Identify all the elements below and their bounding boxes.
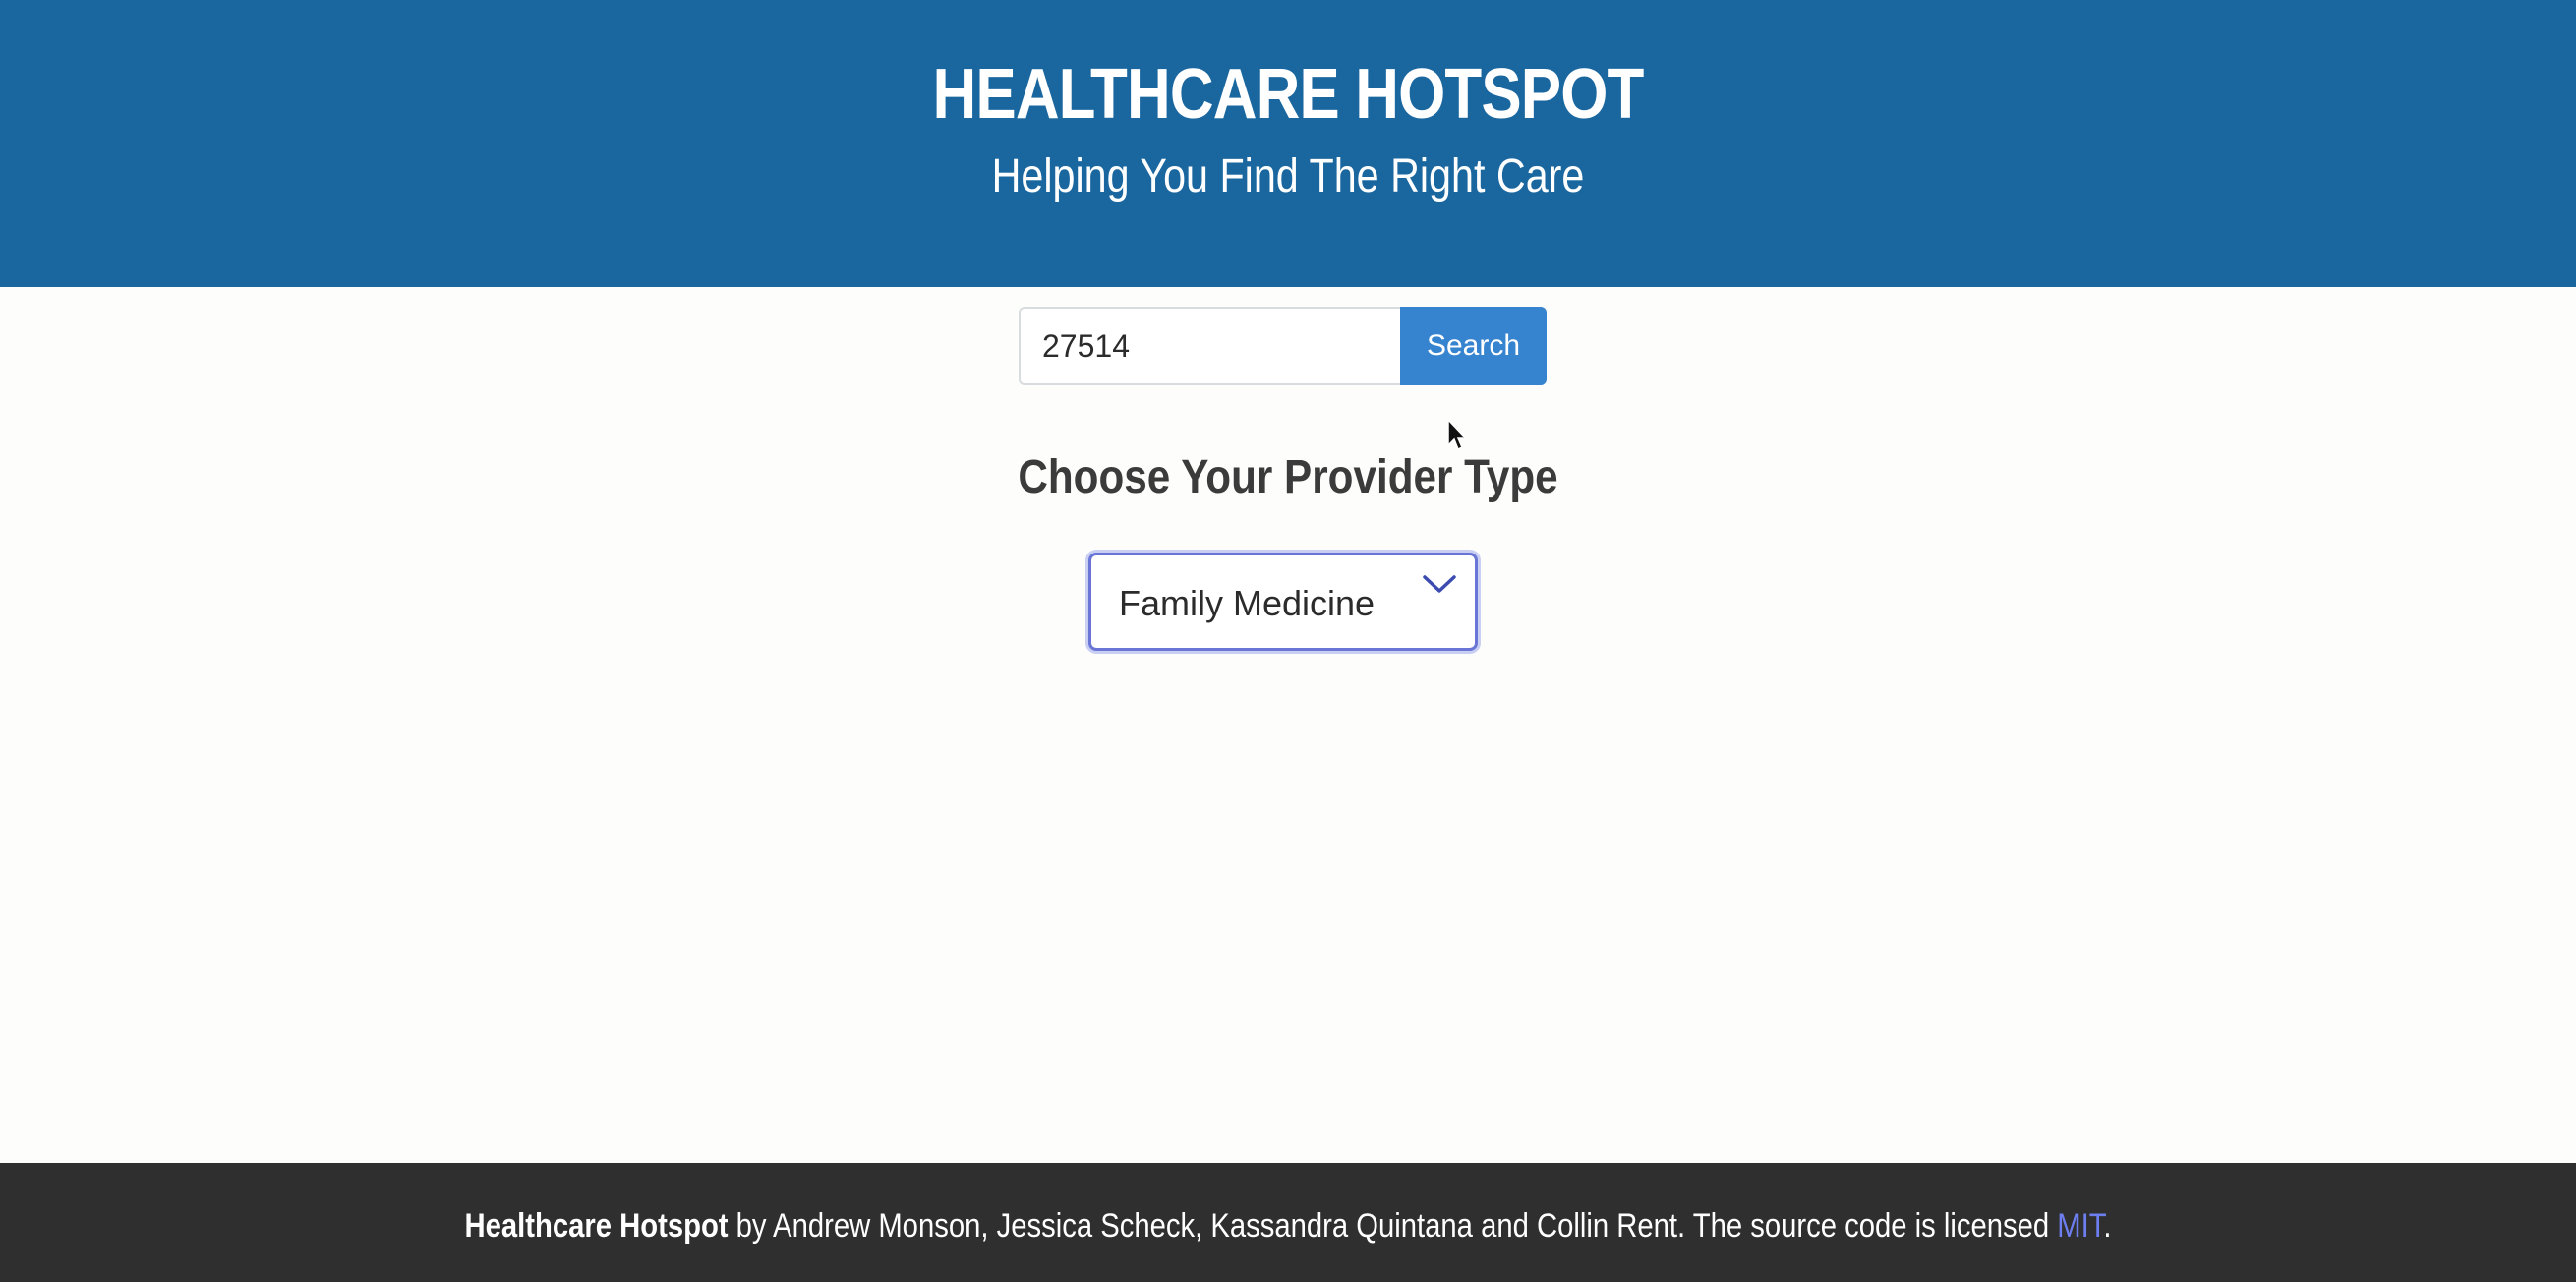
mouse-cursor-icon xyxy=(1447,419,1468,451)
chevron-down-icon xyxy=(1423,575,1456,593)
site-title: HEALTHCARE HOTSPOT xyxy=(932,55,1645,134)
zip-search-input[interactable] xyxy=(1019,307,1400,385)
footer-credits: Healthcare Hotspot by Andrew Monson, Jes… xyxy=(180,1206,2395,1247)
footer-authors-text: by Andrew Monson, Jessica Scheck, Kassan… xyxy=(728,1207,2058,1245)
site-subtitle: Helping You Find The Right Care xyxy=(991,150,1585,203)
footer-period: . xyxy=(2103,1207,2112,1245)
search-button[interactable]: Search xyxy=(1400,307,1547,385)
mit-license-link[interactable]: MIT xyxy=(2057,1207,2103,1245)
provider-type-selected-value: Family Medicine xyxy=(1119,583,1376,623)
hero-header: HEALTHCARE HOTSPOT Helping You Find The … xyxy=(0,0,2576,287)
page: HEALTHCARE HOTSPOT Helping You Find The … xyxy=(0,0,2576,1282)
provider-type-heading: Choose Your Provider Type xyxy=(1018,451,1558,503)
zip-search-group: Search xyxy=(1019,307,1547,385)
page-footer: Healthcare Hotspot by Andrew Monson, Jes… xyxy=(0,1163,2576,1282)
footer-brand: Healthcare Hotspot xyxy=(464,1207,729,1245)
provider-type-select[interactable]: Family Medicine xyxy=(1088,553,1478,651)
